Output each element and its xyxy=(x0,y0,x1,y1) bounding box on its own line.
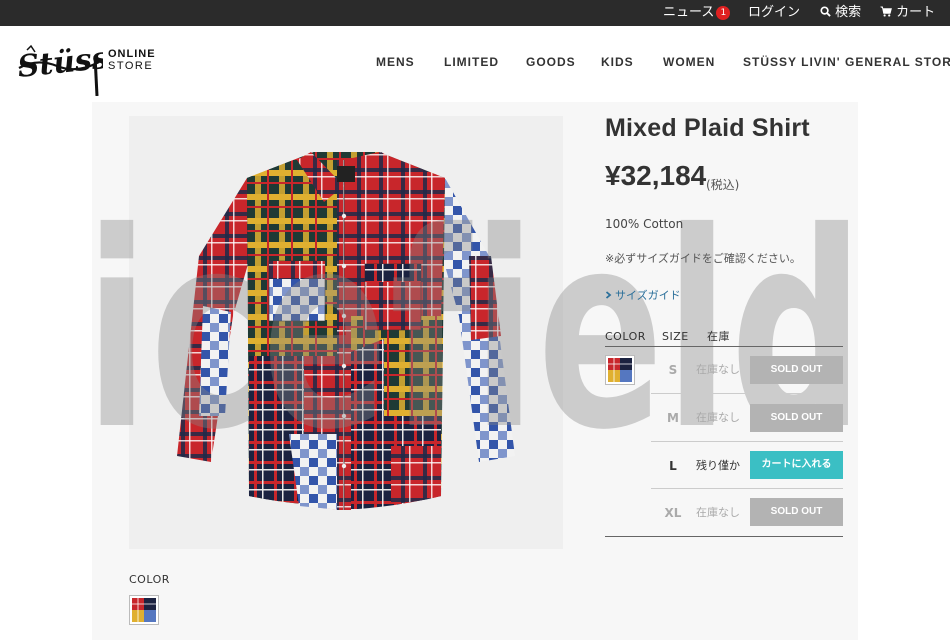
product-price: ¥32,184 xyxy=(605,160,707,191)
color-swatch-selected[interactable] xyxy=(605,355,635,385)
table-header-divider xyxy=(605,346,843,347)
size-xl-sold-out-button: SOLD OUT xyxy=(750,498,843,526)
news-label: ニュース xyxy=(663,5,715,20)
svg-text:Stüssy: Stüssy xyxy=(17,39,103,85)
login-link[interactable]: ログイン xyxy=(748,0,800,26)
tax-note: (税込) xyxy=(706,178,740,192)
logo-online-text: ONLINE xyxy=(108,48,156,60)
nav-limited[interactable]: LIMITED xyxy=(444,55,499,69)
size-s-label: S xyxy=(668,363,678,377)
nav-women[interactable]: WOMEN xyxy=(663,55,715,69)
plaid-swatch-icon xyxy=(608,358,632,382)
nav-goods[interactable]: GOODS xyxy=(526,55,576,69)
site-header: Stüssy ONLINE STORE MENS LIMITED GOODS K… xyxy=(0,26,950,102)
cart-label: カート xyxy=(896,5,936,20)
size-l-label: L xyxy=(669,459,677,473)
news-link[interactable]: ニュース 1 xyxy=(663,0,731,26)
row-divider xyxy=(651,488,843,489)
product-title: Mixed Plaid Shirt xyxy=(605,114,810,142)
table-header-stock: 在庫 xyxy=(707,330,730,343)
search-icon xyxy=(820,6,831,17)
size-l-stock: 残り僅か xyxy=(696,459,740,472)
size-m-stock: 在庫なし xyxy=(696,411,740,424)
row-divider xyxy=(651,441,843,442)
nav-general-store[interactable]: STÜSSY LIVIN' GENERAL STORE xyxy=(743,55,950,69)
product-material: 100% Cotton xyxy=(605,217,684,231)
size-guide-link[interactable]: サイズガイド xyxy=(605,287,681,303)
size-m-label: M xyxy=(667,411,679,425)
color-thumbnail[interactable] xyxy=(129,595,159,625)
stussy-logo-mark: Stüssy xyxy=(16,39,130,97)
search-label: 検索 xyxy=(835,5,862,20)
size-xl-label: XL xyxy=(664,506,682,520)
news-count-badge: 1 xyxy=(716,5,731,20)
plaid-swatch-icon xyxy=(132,598,156,622)
nav-kids[interactable]: KIDS xyxy=(601,55,634,69)
color-section-label: COLOR xyxy=(129,573,170,586)
search-link[interactable]: 検索 xyxy=(820,0,861,26)
size-m-sold-out-button: SOLD OUT xyxy=(750,404,843,432)
size-notice: ※必ずサイズガイドをご確認ください。 xyxy=(605,252,801,265)
cart-link[interactable]: カート xyxy=(880,0,935,26)
chevron-right-icon xyxy=(605,291,612,299)
row-divider xyxy=(651,393,843,394)
add-to-cart-button[interactable]: カートに入れる xyxy=(750,451,843,479)
size-s-stock: 在庫なし xyxy=(696,363,740,376)
cart-icon xyxy=(880,6,892,17)
table-bottom-divider xyxy=(605,536,843,537)
size-guide-label: サイズガイド xyxy=(615,289,681,302)
logo-store-text: STORE xyxy=(108,60,154,72)
size-xl-stock: 在庫なし xyxy=(696,506,740,519)
plaid-shirt-image xyxy=(177,152,515,510)
product-image[interactable] xyxy=(129,116,563,549)
nav-mens[interactable]: MENS xyxy=(376,55,415,69)
table-header-size: SIZE xyxy=(662,330,689,343)
table-header-color: COLOR xyxy=(605,330,646,343)
stussy-logo[interactable]: Stüssy xyxy=(16,38,130,100)
size-s-sold-out-button: SOLD OUT xyxy=(750,356,843,384)
top-utility-bar: ニュース 1 ログイン 検索 カート xyxy=(0,0,950,26)
